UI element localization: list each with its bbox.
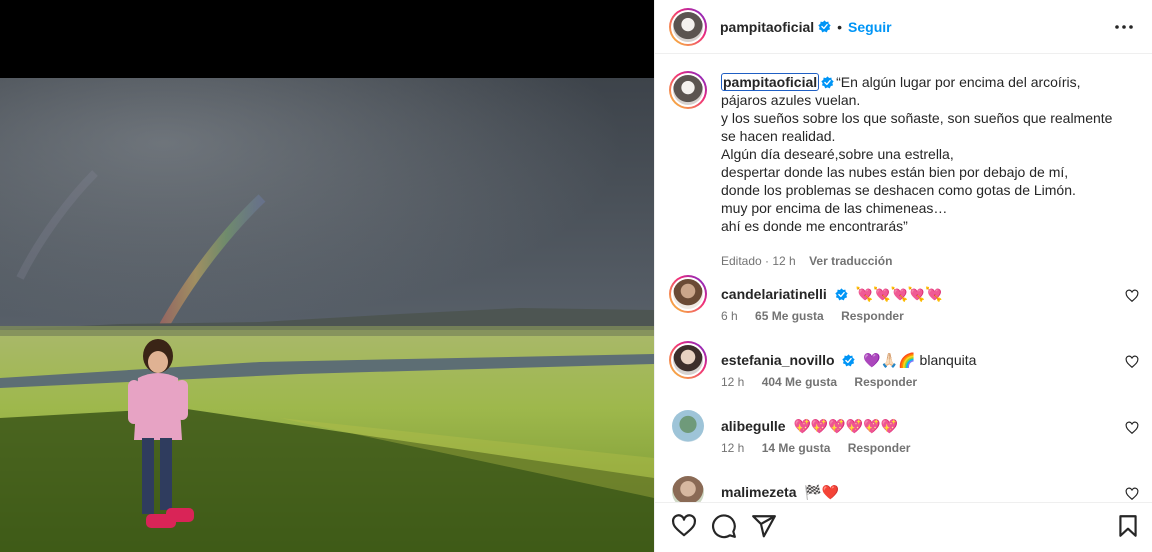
comment-time: 12 h	[721, 375, 745, 389]
verified-badge-icon	[818, 20, 831, 33]
share-icon[interactable]	[751, 513, 777, 539]
comment-icon[interactable]	[711, 513, 737, 539]
reply-button[interactable]: Responder	[854, 375, 917, 389]
comment-item: estefania_novillo 💜🙏🏻🌈 blanquita 12 h 40…	[669, 341, 1139, 397]
caption-line: donde los problemas se deshacen como got…	[721, 182, 1076, 198]
heart-icon[interactable]	[1125, 421, 1139, 435]
author-username[interactable]: pampitaoficial	[720, 19, 814, 35]
commenter-avatar[interactable]	[669, 473, 707, 502]
comment-text: 🏁❤️	[804, 484, 840, 500]
commenter-avatar[interactable]	[669, 407, 707, 445]
heart-icon[interactable]	[1125, 487, 1139, 501]
commenter-avatar[interactable]	[669, 275, 707, 313]
comment-text: 💖💖💖💖💖💖	[793, 418, 899, 434]
caption-line: despertar donde las nubes están bien por…	[721, 164, 1069, 180]
caption-line: muy por encima de las chimeneas…	[721, 200, 948, 216]
commenter-username[interactable]: candelariatinelli	[721, 286, 827, 302]
header-separator: •	[837, 18, 843, 35]
post-side-panel: pampitaoficial • Seguir pampitaoficial “E…	[654, 0, 1152, 552]
reply-button[interactable]: Responder	[841, 309, 904, 323]
caption-line: y los sueños sobre los que soñaste, son …	[721, 110, 1113, 126]
see-translation-link[interactable]: Ver traducción	[809, 254, 892, 268]
comment-likes[interactable]: 404 Me gusta	[762, 375, 837, 389]
commenter-username[interactable]: estefania_novillo	[721, 352, 835, 368]
comment-item: alibegulle 💖💖💖💖💖💖 12 h 14 Me gusta Respo…	[669, 407, 1139, 463]
comments-scroll-area[interactable]: pampitaoficial “En algún lugar por encima…	[655, 55, 1152, 502]
caption-username[interactable]: pampitaoficial	[721, 73, 820, 91]
caption-text: pampitaoficial “En algún lugar por encima…	[721, 73, 1131, 235]
verified-badge-icon	[821, 76, 834, 89]
comment-time: 6 h	[721, 309, 738, 323]
reply-button[interactable]: Responder	[848, 441, 911, 455]
comment-likes[interactable]: 65 Me gusta	[755, 309, 824, 323]
caption-line: Algún día desearé,sobre una estrella,	[721, 146, 954, 162]
comment-time: 12 h	[721, 441, 745, 455]
comment-text: 💘💘💘💘💘	[855, 286, 943, 302]
commenter-username[interactable]: malimezeta	[721, 484, 796, 500]
caption-line: se hacen realidad.	[721, 128, 836, 144]
verified-badge-icon	[835, 288, 848, 301]
comment-item: malimezeta 🏁❤️	[669, 473, 1139, 502]
comment-item: candelariatinelli 💘💘💘💘💘 6 h 65 Me gusta …	[669, 275, 1139, 331]
post-media	[0, 0, 654, 552]
post-header: pampitaoficial • Seguir	[655, 0, 1152, 54]
follow-button[interactable]: Seguir	[848, 19, 892, 35]
comment-likes[interactable]: 14 Me gusta	[762, 441, 831, 455]
save-icon[interactable]	[1115, 513, 1141, 539]
edited-timestamp: Editado · 12 h	[721, 254, 796, 268]
commenter-username[interactable]: alibegulle	[721, 418, 786, 434]
caption-line: pájaros azules vuelan.	[721, 92, 861, 108]
post-photo[interactable]	[0, 78, 654, 552]
author-avatar[interactable]	[669, 7, 707, 46]
heart-icon[interactable]	[671, 513, 697, 539]
commenter-avatar[interactable]	[669, 341, 707, 379]
post-actions-bar	[655, 502, 1152, 552]
heart-icon[interactable]	[1125, 289, 1139, 303]
comment-text: 💜🙏🏻🌈 blanquita	[863, 352, 977, 368]
verified-badge-icon	[842, 354, 856, 367]
caption-avatar[interactable]	[669, 71, 707, 109]
caption-line: ahí es donde me encontrarás”	[721, 218, 908, 234]
more-options-icon[interactable]	[1113, 16, 1135, 38]
caption-meta: Editado · 12 h Ver traducción	[721, 254, 892, 268]
heart-icon[interactable]	[1125, 355, 1139, 369]
caption-line: “En algún lugar por encima del arcoíris,	[836, 74, 1081, 90]
